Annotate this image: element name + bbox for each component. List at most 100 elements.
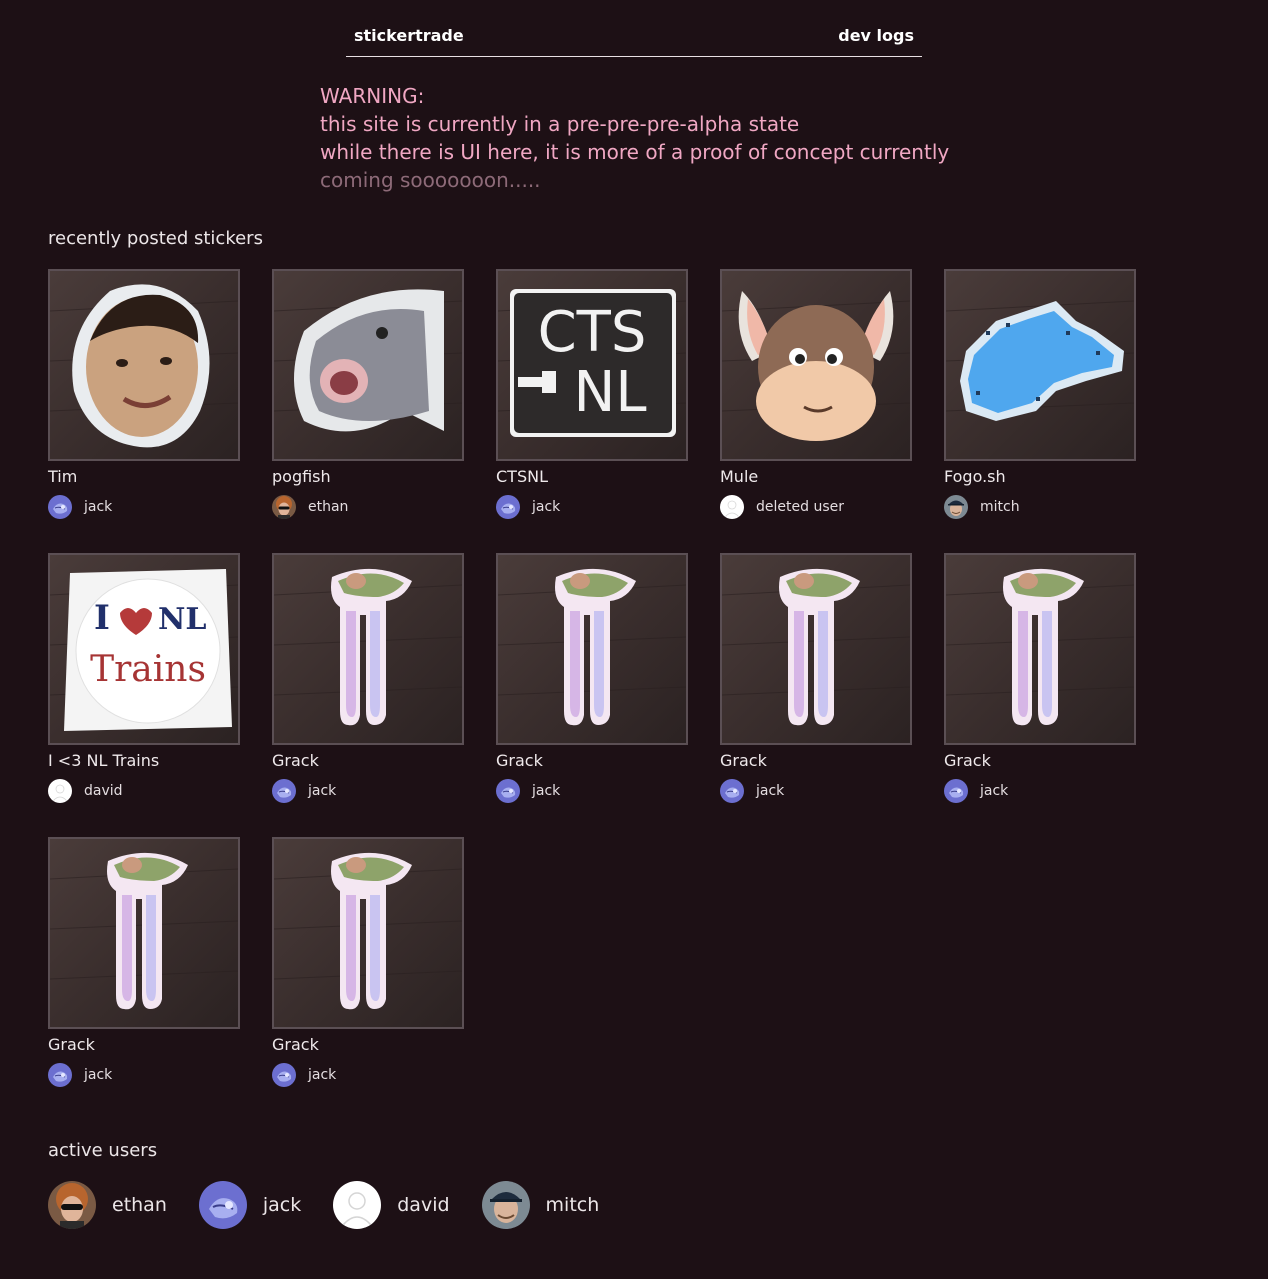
- sticker-owner[interactable]: mitch: [944, 495, 1020, 519]
- jack-avatar-image: [272, 779, 296, 803]
- sticker-card[interactable]: Mule deleted user: [720, 269, 912, 529]
- avatar: [496, 779, 520, 803]
- sticker-owner[interactable]: jack: [944, 779, 1008, 803]
- sticker-owner[interactable]: jack: [48, 495, 112, 519]
- sticker-owner[interactable]: david: [48, 779, 123, 803]
- sticker-card[interactable]: Grack jack: [720, 553, 912, 813]
- owner-username: ethan: [308, 499, 349, 515]
- mule-sticker-image[interactable]: [720, 269, 912, 461]
- mitch-avatar-image: [944, 495, 968, 519]
- jack-avatar-image: [720, 779, 744, 803]
- owner-username: mitch: [980, 499, 1020, 515]
- grack-sticker-image[interactable]: [272, 837, 464, 1029]
- avatar: [333, 1181, 382, 1229]
- active-user-ethan[interactable]: ethan: [48, 1181, 167, 1229]
- sticker-card[interactable]: Grack jack: [272, 553, 464, 813]
- active-username: david: [397, 1194, 450, 1216]
- owner-username: jack: [84, 499, 113, 515]
- sticker-card[interactable]: Grack jack: [944, 553, 1136, 813]
- grack-sticker-image[interactable]: [720, 553, 912, 745]
- sticker-title[interactable]: CTSNL: [496, 467, 548, 486]
- sticker-title[interactable]: Fogo.sh: [944, 467, 1006, 486]
- sticker-title[interactable]: Grack: [496, 751, 543, 770]
- jack-avatar-image: [48, 495, 72, 519]
- sticker-card[interactable]: I NL Trains I <3 NL Trains david: [48, 553, 240, 813]
- trains-nl-text: NL: [158, 602, 207, 637]
- sticker-card[interactable]: Fogo.sh mitch: [944, 269, 1136, 529]
- avatar: [272, 1063, 296, 1087]
- sticker-card[interactable]: CTS NL CTSNL jack: [496, 269, 688, 529]
- avatar: [48, 495, 72, 519]
- sticker-card[interactable]: pogfish ethan: [272, 269, 464, 529]
- sticker-owner[interactable]: deleted user: [720, 495, 844, 519]
- sticker-title[interactable]: Mule: [720, 467, 758, 486]
- sticker-owner[interactable]: jack: [48, 1063, 112, 1087]
- avatar: [48, 1181, 96, 1229]
- sticker-card[interactable]: Grack jack: [48, 837, 240, 1097]
- active-user-david[interactable]: david: [333, 1181, 450, 1229]
- ctsnl-bottom-text: NL: [573, 360, 646, 425]
- owner-username: jack: [532, 783, 561, 799]
- jack-avatar-image: [48, 1063, 72, 1087]
- trains-i-text: I: [94, 598, 110, 638]
- avatar: [198, 1181, 247, 1229]
- sticker-owner[interactable]: jack: [496, 495, 560, 519]
- warning-text-3: coming sooooooon.....: [320, 168, 541, 192]
- jack-avatar-image: [496, 495, 520, 519]
- active-user-mitch[interactable]: mitch: [481, 1181, 600, 1229]
- warning-heading: WARNING:: [320, 84, 425, 108]
- blank-avatar-image: [333, 1181, 382, 1229]
- active-users-heading: active users: [48, 1140, 158, 1161]
- owner-username: deleted user: [756, 499, 844, 515]
- recent-stickers-heading: recently posted stickers: [48, 228, 263, 249]
- sticker-owner[interactable]: jack: [720, 779, 784, 803]
- avatar: [720, 495, 744, 519]
- fish-sticker-image[interactable]: [272, 269, 464, 461]
- avatar: [944, 779, 968, 803]
- ethan-avatar-image: [272, 495, 296, 519]
- sticker-title[interactable]: Grack: [272, 1035, 319, 1054]
- face-sticker-image[interactable]: [48, 269, 240, 461]
- blank-avatar-image: [48, 779, 72, 803]
- grack-sticker-image[interactable]: [496, 553, 688, 745]
- owner-username: jack: [980, 783, 1009, 799]
- sticker-title[interactable]: Tim: [48, 467, 77, 486]
- owner-username: jack: [308, 1067, 337, 1083]
- grack-sticker-image[interactable]: [48, 837, 240, 1029]
- active-user-jack[interactable]: jack: [198, 1181, 301, 1229]
- sticker-card[interactable]: Tim jack: [48, 269, 240, 529]
- sticker-title[interactable]: pogfish: [272, 467, 331, 486]
- sticker-title[interactable]: Grack: [272, 751, 319, 770]
- grack-sticker-image[interactable]: [944, 553, 1136, 745]
- sticker-owner[interactable]: jack: [272, 779, 336, 803]
- jack-avatar-image: [272, 1063, 296, 1087]
- ctsnl-top-text: CTS: [538, 300, 647, 365]
- trains-word-text: Trains: [90, 649, 206, 690]
- brand-link[interactable]: stickertrade: [354, 26, 464, 45]
- sticker-title[interactable]: I <3 NL Trains: [48, 751, 159, 770]
- grack-sticker-image[interactable]: [272, 553, 464, 745]
- avatar: [481, 1181, 530, 1229]
- avatar: [496, 495, 520, 519]
- map-sticker-image[interactable]: [944, 269, 1136, 461]
- jack-avatar-image: [198, 1181, 247, 1229]
- dev-logs-link[interactable]: dev logs: [838, 26, 914, 45]
- jack-avatar-image: [944, 779, 968, 803]
- owner-username: jack: [84, 1067, 113, 1083]
- sticker-card[interactable]: Grack jack: [272, 837, 464, 1097]
- active-username: mitch: [545, 1194, 600, 1216]
- sticker-title[interactable]: Grack: [48, 1035, 95, 1054]
- trains-sticker-image[interactable]: I NL Trains: [48, 553, 240, 745]
- owner-username: jack: [308, 783, 337, 799]
- sticker-card[interactable]: Grack jack: [496, 553, 688, 813]
- sticker-title[interactable]: Grack: [944, 751, 991, 770]
- sticker-title[interactable]: Grack: [720, 751, 767, 770]
- sticker-owner[interactable]: jack: [496, 779, 560, 803]
- active-users-list: ethan jack david mitch: [48, 1181, 631, 1229]
- sticker-owner[interactable]: ethan: [272, 495, 348, 519]
- ctsnl-sticker-image[interactable]: CTS NL: [496, 269, 688, 461]
- blank-avatar-image: [720, 495, 744, 519]
- warning-text-2: while there is UI here, it is more of a …: [320, 140, 950, 164]
- sticker-owner[interactable]: jack: [272, 1063, 336, 1087]
- owner-username: david: [84, 783, 123, 799]
